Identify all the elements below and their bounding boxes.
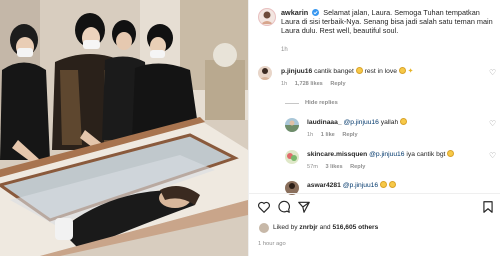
divider-line (285, 102, 299, 104)
comment-username[interactable]: p.jinjuu16 (281, 68, 312, 75)
post-actions-bar: Liked by znrbjr and 516,605 others 1 hou… (249, 193, 500, 256)
hide-replies-label: Hide replies (305, 100, 338, 106)
reply-time: 57m (307, 164, 318, 170)
reply-likes[interactable]: 1 like (321, 132, 335, 138)
reply-username[interactable]: laudinaaa_ (307, 119, 342, 126)
owner-username[interactable]: awkarin (281, 8, 308, 17)
caption-time: 1h (281, 47, 288, 53)
caption-text-block: awkarin Selamat jalan, Laura. Semoga Tuh… (281, 8, 496, 36)
post-detail-panel: awkarin Selamat jalan, Laura. Semoga Tuh… (248, 0, 500, 256)
post-caption: awkarin Selamat jalan, Laura. Semoga Tuh… (258, 8, 496, 53)
comment-likes[interactable]: 1,728 likes (295, 81, 323, 87)
smile-emoji-icon (355, 67, 363, 74)
commenter-avatar[interactable] (258, 66, 272, 80)
likes-middle: and (319, 224, 331, 231)
reply-username[interactable]: skincare.missquen (307, 151, 367, 158)
comment-item: p.jinjuu16 cantik banget rest in love ✦ … (281, 67, 481, 89)
reply-text: iya cantik bgt (406, 151, 446, 158)
share-icon[interactable] (297, 200, 311, 214)
crying-emoji-icon (447, 150, 455, 157)
reply-avatar[interactable] (285, 150, 299, 164)
reply-likes[interactable]: 3 likes (325, 164, 342, 170)
sad-emoji-icon (379, 181, 387, 188)
comment-text: cantik banget (314, 68, 354, 75)
hide-replies-button[interactable]: Hide replies (285, 100, 338, 106)
comment-like-heart-icon[interactable]: ♡ (489, 68, 496, 77)
reply-meta: 1h 1 like Reply (307, 131, 487, 140)
funeral-photo-image (0, 0, 248, 256)
owner-avatar[interactable] (258, 8, 276, 26)
reply-item: aswar4281 @p.jinjuu16 (307, 181, 487, 190)
laugh-emoji-icon (400, 118, 408, 125)
verified-badge-icon (312, 9, 320, 16)
comment-icon[interactable] (277, 200, 291, 214)
reply-like-heart-icon[interactable]: ♡ (489, 119, 496, 128)
likes-prefix: Liked by (273, 224, 298, 231)
post-date: 1 hour ago (258, 241, 286, 247)
smile-emoji-icon-2 (398, 67, 406, 74)
comment-text-2: rest in love (364, 68, 397, 75)
reply-mention[interactable]: @p.jinjuu16 (343, 119, 378, 126)
reply-username[interactable]: aswar4281 (307, 182, 341, 189)
reply-button[interactable]: Reply (342, 132, 357, 138)
reply-avatar[interactable] (285, 118, 299, 132)
reply-mention[interactable]: @p.jinjuu16 (343, 182, 378, 189)
comment-time: 1h (281, 81, 288, 87)
reply-item: laudinaaa_ @p.jinjuu16 yallah 1h 1 like … (307, 118, 487, 140)
sad-emoji-icon-2 (388, 181, 396, 188)
bookmark-icon[interactable] (481, 200, 495, 214)
post-photo[interactable] (0, 0, 248, 256)
reply-button[interactable]: Reply (330, 81, 345, 87)
reply-mention[interactable]: @p.jinjuu16 (369, 151, 404, 158)
reply-item: skincare.missquen @p.jinjuu16 iya cantik… (307, 150, 487, 172)
reply-text: yallah (380, 119, 399, 126)
liker-username[interactable]: znrbjr (299, 224, 317, 231)
heart-icon[interactable] (257, 200, 271, 214)
likes-summary[interactable]: Liked by znrbjr and 516,605 others (273, 223, 378, 232)
reply-time: 1h (307, 132, 314, 138)
reply-button[interactable]: Reply (350, 164, 365, 170)
reply-meta: 57m 3 likes Reply (307, 163, 487, 172)
comment-meta: 1h 1,728 likes Reply (281, 80, 481, 89)
liker-avatar[interactable] (258, 222, 270, 234)
likes-others-count[interactable]: 516,605 others (332, 224, 378, 231)
sparkle-emoji-icon: ✦ (407, 68, 414, 75)
reply-like-heart-icon[interactable]: ♡ (489, 151, 496, 160)
